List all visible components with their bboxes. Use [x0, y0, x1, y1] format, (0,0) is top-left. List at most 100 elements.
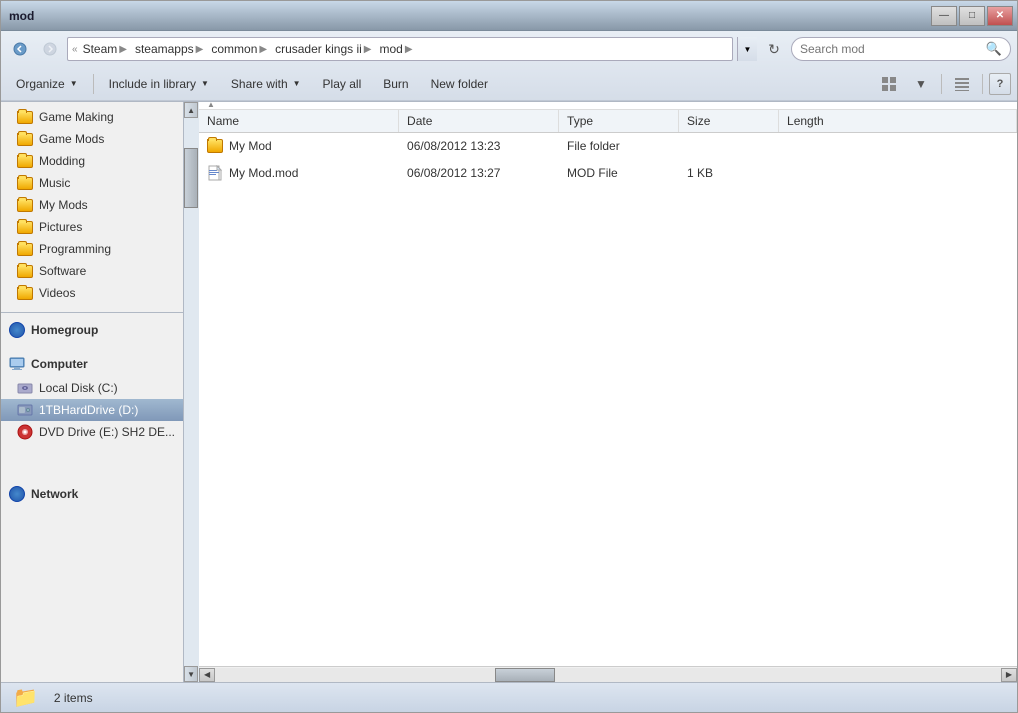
- network-header[interactable]: Network: [1, 481, 183, 507]
- sidebar-item-software[interactable]: Software: [1, 260, 183, 282]
- breadcrumb-common[interactable]: common ▶: [208, 41, 270, 57]
- file-cell-date-2: 06/08/2012 13:27: [399, 163, 559, 183]
- breadcrumb-steam[interactable]: Steam ▶: [80, 41, 130, 57]
- sidebar-label-modding: Modding: [39, 154, 85, 168]
- col-header-name[interactable]: Name: [199, 110, 399, 132]
- help-button[interactable]: ?: [989, 73, 1011, 95]
- close-button[interactable]: ✕: [987, 6, 1013, 26]
- folder-icon: [17, 219, 33, 235]
- file-row-my-mod-file[interactable]: My Mod.mod 06/08/2012 13:27 MOD File 1 K…: [199, 160, 1017, 187]
- include-button[interactable]: Include in library ▼: [100, 71, 218, 97]
- sidebar-label-music: Music: [39, 176, 70, 190]
- col-header-length[interactable]: Length: [779, 110, 1017, 132]
- sidebar-label-local-disk: Local Disk (C:): [39, 381, 118, 395]
- scroll-up-arrow[interactable]: ▲: [184, 102, 198, 118]
- folder-icon: [17, 197, 33, 213]
- file-cell-type-2: MOD File: [559, 163, 679, 183]
- col-header-type[interactable]: Type: [559, 110, 679, 132]
- play-button[interactable]: Play all: [314, 71, 371, 97]
- file-cell-length-2: [779, 170, 1017, 176]
- breadcrumb-mod[interactable]: mod ▶: [376, 41, 415, 57]
- share-label: Share with: [231, 77, 288, 91]
- folder-icon: [17, 263, 33, 279]
- breadcrumb-arrow-3: ▶: [259, 44, 267, 55]
- back-button[interactable]: [7, 37, 33, 61]
- sidebar-label-programming: Programming: [39, 242, 111, 256]
- file-cell-name-1: My Mod: [199, 135, 399, 157]
- minimize-button[interactable]: —: [931, 6, 957, 26]
- sidebar-item-game-mods[interactable]: Game Mods: [1, 128, 183, 150]
- scroll-left-arrow[interactable]: ◀: [199, 668, 215, 682]
- col-header-date[interactable]: Date: [399, 110, 559, 132]
- address-dropdown[interactable]: ▼: [737, 37, 757, 61]
- command-bar: Organize ▼ Include in library ▼ Share wi…: [1, 67, 1017, 101]
- sidebar-item-1tb[interactable]: 1TBHardDrive (D:): [1, 399, 183, 421]
- include-arrow: ▼: [201, 79, 209, 88]
- homegroup-label: Homegroup: [31, 323, 98, 337]
- breadcrumb-steamapps[interactable]: steamapps ▶: [132, 41, 206, 57]
- new-folder-button[interactable]: New folder: [422, 71, 497, 97]
- search-input[interactable]: [800, 42, 982, 56]
- file-cell-type-1: File folder: [559, 136, 679, 156]
- sidebar-item-videos[interactable]: Videos: [1, 282, 183, 304]
- file-size-2: 1 KB: [687, 166, 713, 180]
- share-arrow: ▼: [293, 79, 301, 88]
- sidebar-item-dvd[interactable]: DVD Drive (E:) SH2 DE...: [1, 421, 183, 443]
- folder-icon: [17, 175, 33, 191]
- breadcrumb-crusader[interactable]: crusader kings ii ▶: [272, 41, 374, 57]
- title-controls: — □ ✕: [931, 6, 1013, 26]
- hdd-icon: [17, 402, 33, 418]
- status-bar: 📁 2 items: [1, 682, 1017, 712]
- view-button[interactable]: [875, 71, 903, 97]
- file-date-1: 06/08/2012 13:23: [407, 139, 500, 153]
- dvd-icon: [17, 424, 33, 440]
- scroll-down-arrow[interactable]: ▼: [184, 666, 198, 682]
- col-header-size[interactable]: Size: [679, 110, 779, 132]
- separator-3: [982, 74, 983, 94]
- folder-icon: [17, 131, 33, 147]
- file-cell-date-1: 06/08/2012 13:23: [399, 136, 559, 156]
- share-button[interactable]: Share with ▼: [222, 71, 310, 97]
- sidebar-item-my-mods[interactable]: My Mods: [1, 194, 183, 216]
- sidebar-item-modding[interactable]: Modding: [1, 150, 183, 172]
- h-scrollbar[interactable]: ◀ ▶: [199, 666, 1017, 682]
- status-folder-icon: 📁: [13, 685, 38, 710]
- separator-1: [93, 74, 94, 94]
- sidebar-item-game-making[interactable]: Game Making: [1, 106, 183, 128]
- breadcrumb-arrow-2: ▶: [196, 44, 204, 55]
- scroll-thumb[interactable]: [184, 148, 198, 208]
- sidebar-label-videos: Videos: [39, 286, 75, 300]
- sidebar-item-pictures[interactable]: Pictures: [1, 216, 183, 238]
- view-arrow[interactable]: ▼: [907, 71, 935, 97]
- organize-button[interactable]: Organize ▼: [7, 71, 87, 97]
- homegroup-header[interactable]: Homegroup: [1, 317, 183, 343]
- file-row-my-mod-folder[interactable]: My Mod 06/08/2012 13:23 File folder: [199, 133, 1017, 160]
- sidebar-item-music[interactable]: Music: [1, 172, 183, 194]
- file-cell-size-2: 1 KB: [679, 163, 779, 183]
- forward-button[interactable]: [37, 37, 63, 61]
- sidebar-scrollbar[interactable]: ▲ ▼: [183, 102, 199, 682]
- h-scroll-track[interactable]: [215, 668, 1001, 682]
- computer-header[interactable]: Computer: [1, 351, 183, 377]
- scroll-track[interactable]: [184, 118, 199, 666]
- window-title: mod: [9, 9, 34, 23]
- sidebar-label-dvd: DVD Drive (E:) SH2 DE...: [39, 425, 175, 439]
- refresh-button[interactable]: ↻: [761, 37, 787, 61]
- address-bar[interactable]: « Steam ▶ steamapps ▶ common ▶ crusader: [67, 37, 733, 61]
- burn-button[interactable]: Burn: [374, 71, 417, 97]
- details-view-button[interactable]: [948, 71, 976, 97]
- h-scroll-thumb[interactable]: [495, 668, 555, 682]
- homegroup-icon: [9, 322, 25, 338]
- breadcrumb: « Steam ▶ steamapps ▶ common ▶ crusader: [72, 41, 416, 57]
- network-section: Network: [1, 447, 183, 511]
- sidebar-item-programming[interactable]: Programming: [1, 238, 183, 260]
- maximize-button[interactable]: □: [959, 6, 985, 26]
- folder-icon: [17, 241, 33, 257]
- file-cell-name-2: My Mod.mod: [199, 162, 399, 184]
- scroll-right-arrow[interactable]: ▶: [1001, 668, 1017, 682]
- sidebar-item-local-disk[interactable]: Local Disk (C:): [1, 377, 183, 399]
- nav-bar: « Steam ▶ steamapps ▶ common ▶ crusader: [1, 31, 1017, 67]
- file-date-2: 06/08/2012 13:27: [407, 166, 500, 180]
- search-icon: 🔍: [986, 41, 1002, 57]
- network-icon: [9, 486, 25, 502]
